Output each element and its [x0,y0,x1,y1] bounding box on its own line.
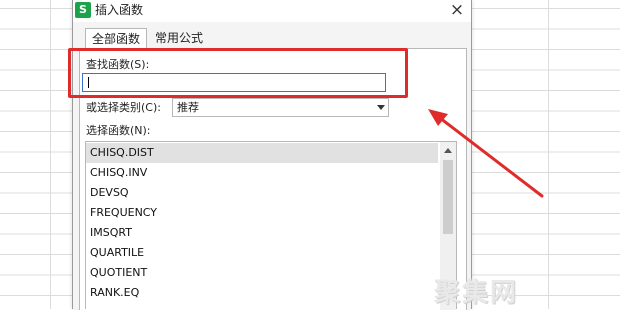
arrow-shaft [438,116,544,198]
annotation-arrow [428,109,544,198]
watermark-logo: 聚集网 [434,278,519,308]
